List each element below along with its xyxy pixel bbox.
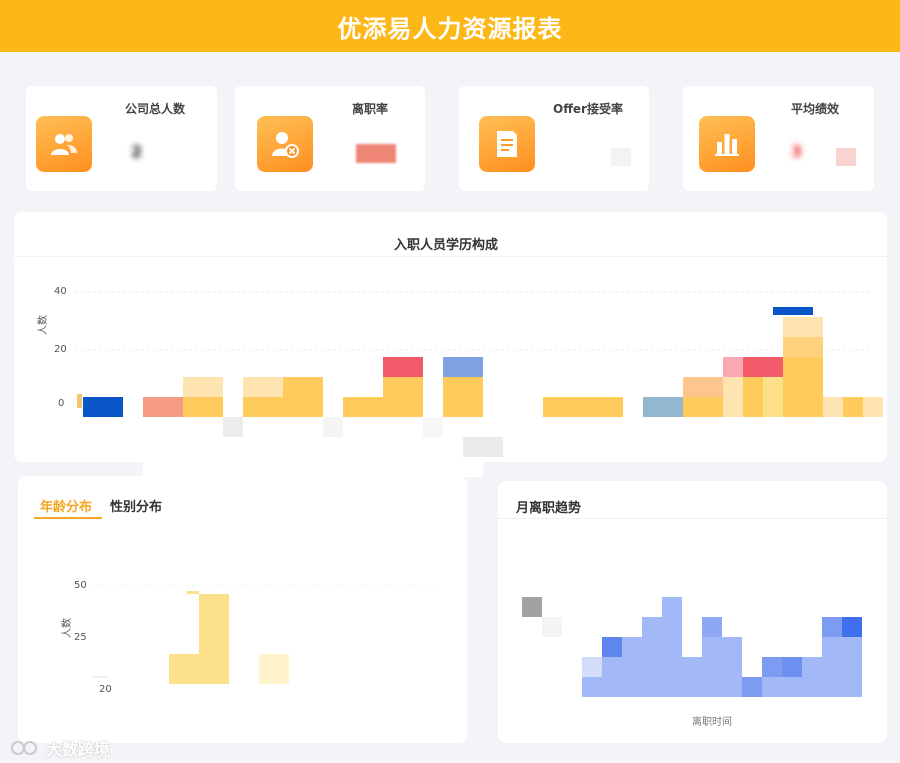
bar-segment (183, 397, 223, 417)
active-tab-indicator (34, 517, 102, 519)
bar-segment (383, 357, 423, 377)
bar-segment (683, 397, 723, 417)
bar-segment (77, 394, 82, 408)
bar-segment (643, 397, 683, 417)
bar-segment (823, 397, 843, 417)
x-tick: 20 (99, 684, 112, 695)
watermark-text: 大数跨境 (46, 740, 111, 759)
bar-segment (683, 377, 723, 397)
bar-segment (343, 397, 383, 417)
bar-segment (443, 357, 483, 377)
divider (498, 518, 887, 519)
turnover-trend-panel: 月离职趋势 离职时间 (498, 481, 887, 743)
turnover-chart-title: 月离职趋势 (516, 501, 582, 516)
bar-segment (783, 317, 823, 337)
watermark: 大数跨境 (10, 736, 110, 760)
bar-segment (183, 377, 223, 397)
bar-segment (243, 377, 283, 397)
x-axis-label: 离职时间 (692, 717, 732, 728)
bar-segment (783, 357, 823, 417)
mosaic-block (463, 437, 503, 457)
age-distribution-panel: 年龄分布 性别分布 (18, 476, 467, 743)
bar-segment (743, 377, 763, 417)
bar-segment (723, 377, 743, 417)
bar-segment (143, 397, 183, 417)
bar-segment (723, 357, 743, 377)
tab-age-distribution[interactable]: 年龄分布 (40, 496, 92, 515)
bar-segment (843, 397, 863, 417)
bar-segment (283, 377, 323, 417)
mosaic-block (223, 417, 243, 437)
mosaic-block (323, 417, 343, 437)
bar-segment (83, 397, 123, 417)
bar-segment (863, 397, 883, 417)
bar-segment (743, 357, 783, 377)
y-tick: 25 (74, 632, 87, 643)
tab-gender-distribution[interactable]: 性别分布 (110, 496, 162, 515)
bar-segment (763, 377, 783, 417)
bar-segment (243, 397, 283, 417)
bar-segment (383, 377, 423, 417)
bar-segment (443, 377, 483, 417)
y-tick: 50 (74, 580, 87, 591)
mosaic-block (423, 417, 443, 437)
mosaic-block (143, 462, 483, 477)
watermark-logo-icon (11, 741, 37, 755)
bar-segment (783, 337, 823, 357)
y-axis-label: 人数 (62, 618, 73, 638)
bar-segment (543, 397, 623, 417)
bar-segment (773, 307, 813, 315)
